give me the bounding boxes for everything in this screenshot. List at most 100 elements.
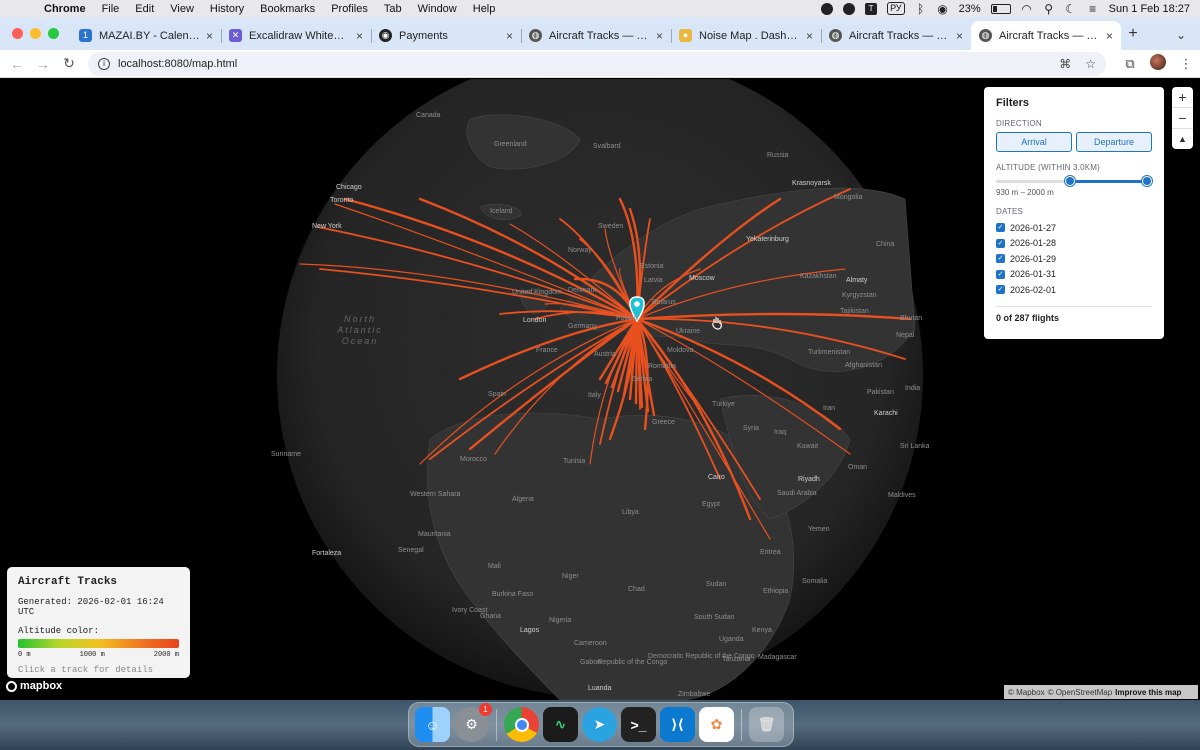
- improve-map-link[interactable]: Improve this map: [1115, 688, 1181, 697]
- tab-close-icon[interactable]: ×: [356, 29, 363, 43]
- translate-icon[interactable]: ⌘: [1059, 57, 1071, 71]
- menu-history[interactable]: History: [202, 3, 252, 15]
- map-label-kenya: Kenya: [752, 627, 772, 634]
- tab-close-icon[interactable]: ×: [1106, 29, 1113, 43]
- tab-search-chevron-icon[interactable]: ⌄: [1176, 28, 1200, 50]
- menu-view[interactable]: View: [162, 3, 202, 15]
- date-option[interactable]: ✓ 2026-01-27: [996, 220, 1152, 236]
- system-settings-icon[interactable]: ⚙ 1: [454, 703, 492, 742]
- terminal-icon[interactable]: >_: [621, 707, 656, 742]
- map-label-new-york: New York: [312, 223, 342, 230]
- spotlight-search-icon[interactable]: ⚲: [1043, 3, 1055, 15]
- tab-close-icon[interactable]: ×: [656, 29, 663, 43]
- direction-label: DIRECTION: [996, 119, 1042, 128]
- bluetooth-icon[interactable]: ᛒ: [915, 3, 927, 15]
- tab-close-icon[interactable]: ×: [956, 29, 963, 43]
- date-option[interactable]: ✓ 2026-01-29: [996, 251, 1152, 267]
- chrome-icon[interactable]: [504, 707, 539, 742]
- user-account-icon[interactable]: ◉: [937, 3, 949, 15]
- back-arrow-icon[interactable]: ←: [4, 56, 30, 72]
- menu-bookmarks[interactable]: Bookmarks: [252, 3, 323, 15]
- map-canvas[interactable]: Canada Greenland Svalbard Russia Krasnoyarsk…: [0, 79, 1200, 700]
- site-info-icon[interactable]: i: [98, 57, 110, 70]
- date-option[interactable]: ✓ 2026-02-01: [996, 282, 1152, 298]
- focus-moon-icon[interactable]: ☾: [1065, 3, 1077, 15]
- reload-icon[interactable]: ↻: [56, 55, 82, 72]
- finder-icon[interactable]: ☺: [415, 707, 450, 742]
- extensions-puzzle-icon[interactable]: ⧉: [1116, 56, 1144, 72]
- telegram-icon[interactable]: ➤: [582, 707, 617, 742]
- menu-app-name[interactable]: Chrome: [36, 3, 94, 15]
- attribution-mapbox[interactable]: © Mapbox: [1008, 688, 1045, 697]
- tab-close-icon[interactable]: ×: [206, 29, 213, 43]
- map-label-ethiopia: Ethiopia: [763, 588, 789, 595]
- altitude-gradient-bar: [18, 639, 179, 648]
- date-option[interactable]: ✓ 2026-01-28: [996, 236, 1152, 252]
- notification-badge: 1: [479, 703, 492, 716]
- departure-button[interactable]: Departure: [1076, 132, 1152, 152]
- checkbox-checked-icon[interactable]: ✓: [996, 269, 1005, 279]
- vscode-icon[interactable]: ⟩⟨: [660, 707, 695, 742]
- tab-excalidraw[interactable]: ✕ Excalidraw Whiteboard ×: [221, 21, 371, 50]
- dock-separator: [496, 708, 497, 741]
- tab-close-icon[interactable]: ×: [506, 29, 513, 43]
- zoom-window-button[interactable]: [48, 28, 59, 39]
- gradient-tick-min: 0 m: [18, 651, 31, 659]
- new-tab-button[interactable]: +: [1121, 25, 1145, 50]
- photos-icon[interactable]: ✿: [699, 707, 734, 742]
- mapbox-logo[interactable]: mapbox: [6, 680, 62, 692]
- map-label-north-atlantic-ocean: North Atlantic Ocean: [337, 314, 383, 346]
- checkbox-checked-icon[interactable]: ✓: [996, 254, 1005, 264]
- wifi-icon[interactable]: ◠: [1021, 3, 1033, 15]
- menu-help[interactable]: Help: [465, 3, 504, 15]
- address-url[interactable]: localhost:8080/map.html: [118, 58, 237, 70]
- slider-max-handle[interactable]: [1142, 176, 1152, 186]
- checkbox-checked-icon[interactable]: ✓: [996, 223, 1005, 233]
- map-label-mauritania: Mauritania: [418, 531, 451, 538]
- input-language-indicator[interactable]: РУ: [887, 2, 905, 15]
- control-center-icon[interactable]: ≡: [1087, 3, 1099, 15]
- compass-reset-button[interactable]: ▲: [1172, 129, 1193, 149]
- arrival-button[interactable]: Arrival: [996, 132, 1072, 152]
- profile-avatar[interactable]: [1144, 54, 1172, 73]
- map-label-iraq: Iraq: [774, 429, 787, 436]
- tab-close-icon[interactable]: ×: [806, 29, 813, 43]
- altitude-range-slider[interactable]: [996, 176, 1152, 186]
- menu-window[interactable]: Window: [410, 3, 465, 15]
- tab-aircraft-tracks-1[interactable]: ◍ Aircraft Tracks — 287 flig ×: [521, 21, 671, 50]
- close-window-button[interactable]: [12, 28, 23, 39]
- trash-icon[interactable]: 🗑: [749, 707, 784, 742]
- tab-aircraft-tracks-active[interactable]: ◍ Aircraft Tracks — 287 flig ×: [971, 21, 1121, 50]
- attribution-osm[interactable]: © OpenStreetMap: [1048, 688, 1113, 697]
- forward-arrow-icon[interactable]: →: [30, 56, 56, 72]
- address-bar[interactable]: i localhost:8080/map.html ⌘ ☆: [88, 51, 1106, 76]
- minimize-window-button[interactable]: [30, 28, 41, 39]
- tab-aircraft-tracks-2[interactable]: ◍ Aircraft Tracks — 287 flig ×: [821, 21, 971, 50]
- tab-mazai-calendar[interactable]: 1 MAZAI.BY - Calendar - W ×: [71, 21, 221, 50]
- activity-monitor-icon[interactable]: ∿: [543, 707, 578, 742]
- direction-toggle-group: Arrival Departure: [996, 132, 1152, 152]
- checkbox-checked-icon[interactable]: ✓: [996, 238, 1005, 248]
- bookmark-star-icon[interactable]: ☆: [1085, 57, 1096, 71]
- text-status-icon[interactable]: T: [865, 2, 878, 15]
- map-label-serbia: Serbia: [632, 376, 653, 383]
- menu-clock[interactable]: Sun 1 Feb 18:27: [1109, 3, 1190, 15]
- shield-status-icon[interactable]: [821, 2, 834, 15]
- date-option[interactable]: ✓ 2026-01-31: [996, 267, 1152, 283]
- battery-icon[interactable]: [990, 3, 1011, 14]
- menu-profiles[interactable]: Profiles: [323, 3, 376, 15]
- slider-min-handle[interactable]: [1065, 176, 1076, 186]
- zoom-in-button[interactable]: +: [1172, 87, 1193, 108]
- more-menu-icon[interactable]: ⋮: [1172, 56, 1200, 72]
- map-label-mali: Mali: [488, 563, 501, 570]
- map-label-kazakhstan: Kazakhstan: [800, 273, 837, 280]
- tab-noise-map[interactable]: ● Noise Map . Dashboard fo ×: [671, 21, 821, 50]
- date-label: 2026-01-28: [1010, 238, 1057, 249]
- zoom-out-button[interactable]: −: [1172, 108, 1193, 129]
- tab-payments[interactable]: ◉ Payments ×: [371, 21, 521, 50]
- telegram-status-icon[interactable]: [843, 2, 856, 15]
- menu-file[interactable]: File: [94, 3, 128, 15]
- menu-tab[interactable]: Tab: [376, 3, 410, 15]
- menu-edit[interactable]: Edit: [127, 3, 162, 15]
- checkbox-checked-icon[interactable]: ✓: [996, 285, 1005, 295]
